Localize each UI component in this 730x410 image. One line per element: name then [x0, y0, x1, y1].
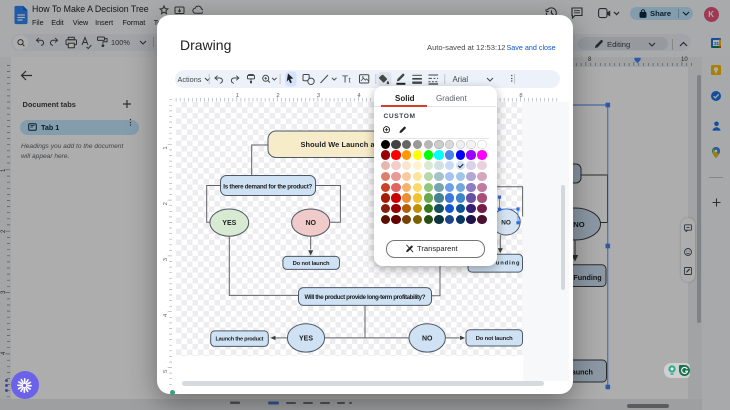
- svg-text:YES: YES: [222, 220, 236, 227]
- svg-text:NO: NO: [422, 335, 433, 342]
- svg-text:Do not launch: Do not launch: [476, 336, 513, 342]
- svg-text:Do not launch: Do not launch: [293, 261, 330, 267]
- svg-text:3: 3: [163, 258, 169, 261]
- svg-text:NO: NO: [305, 220, 316, 227]
- svg-text:1: 1: [163, 146, 169, 149]
- svg-text:NO: NO: [501, 219, 511, 226]
- svg-text:8: 8: [519, 93, 522, 99]
- svg-text:2: 2: [163, 202, 169, 205]
- svg-text:Launch the product: Launch the product: [216, 336, 264, 342]
- svg-text:Will the product provide long-: Will the product provide long-term profi…: [305, 294, 426, 301]
- svg-text:1: 1: [235, 93, 238, 99]
- svg-text:4: 4: [163, 313, 169, 317]
- svg-text:3: 3: [316, 93, 319, 99]
- svg-text:YES: YES: [299, 335, 313, 342]
- svg-text:t: t: [348, 75, 351, 84]
- svg-text:4: 4: [357, 93, 361, 99]
- svg-text:2: 2: [276, 93, 279, 99]
- svg-text:Is there demand for the produc: Is there demand for the product?: [223, 183, 312, 190]
- svg-text:5: 5: [163, 370, 169, 373]
- svg-text:T: T: [342, 74, 348, 85]
